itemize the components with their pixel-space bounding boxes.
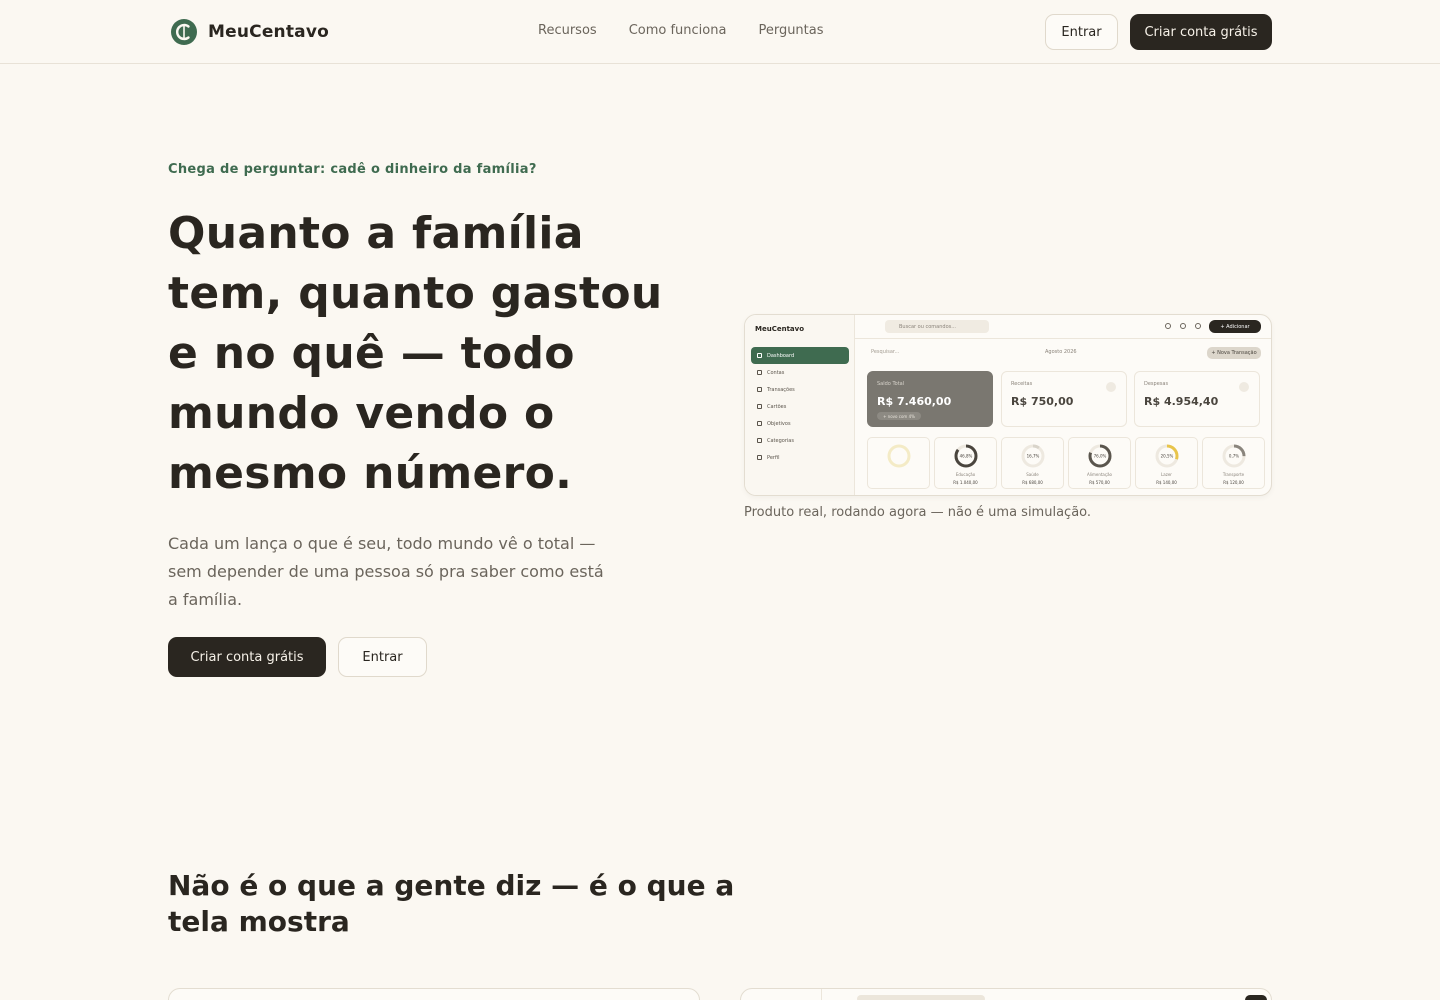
ring-category-value: R$ 1.040,00 [953, 480, 978, 485]
mock-card-balance: Saldo Total R$ 7.460,00 + novo com 4% [867, 371, 993, 427]
ring-chart: 20,5% [1155, 444, 1178, 468]
card-icon [757, 404, 762, 409]
mock-nav-label: Categorias [767, 437, 794, 444]
mock-topbar: Buscar ou comandos... + Adicionar [855, 315, 1271, 339]
ring-chart: 76,0% [1088, 444, 1111, 468]
placeholder-button [1245, 995, 1267, 1000]
screenshot-caption: Produto real, rodando agora — não é uma … [744, 505, 1092, 520]
placeholder-bar [857, 995, 985, 1000]
mock-card-expenses: Despesas R$ 4.954,40 [1134, 371, 1260, 427]
hero-eyebrow: Chega de perguntar: cadê o dinheiro da f… [168, 162, 537, 177]
ring-chart: 0,7% [1222, 444, 1245, 468]
mock-nav-item: Perfil [751, 449, 849, 466]
ring-percent: 46,8% [959, 454, 972, 459]
header-signup-button[interactable]: Criar conta grátis [1130, 14, 1272, 50]
card-label: Receitas [1011, 381, 1033, 387]
card-label: Despesas [1144, 381, 1169, 387]
brand-name: MeuCentavo [208, 22, 330, 42]
section-card-right [740, 988, 1272, 1000]
category-ring: 46,8% Educação R$ 1.040,00 [934, 437, 997, 489]
hero-login-button[interactable]: Entrar [338, 637, 427, 677]
user-icon [757, 455, 762, 460]
mock-new-transaction: + Nova Transação [1207, 347, 1261, 359]
ring-percent: 76,0% [1093, 454, 1106, 459]
nav-link-recursos[interactable]: Recursos [538, 23, 597, 38]
ring-category-name: Lazer [1161, 472, 1172, 477]
mock-filter-search: Pesquisar... [871, 349, 900, 355]
mock-nav-label: Dashboard [767, 352, 795, 359]
section-title: Não é o que a gente diz — é o que a tela… [168, 869, 735, 938]
hero-title: Quanto a família tem, quanto gastou e no… [168, 208, 663, 499]
top-bar: MeuCentavo Recursos Como funciona Pergun… [0, 0, 1440, 64]
mock-card-income: Receitas R$ 750,00 [1001, 371, 1127, 427]
product-screenshot: MeuCentavo Dashboard Contas Transações C… [744, 314, 1272, 496]
mock-add-button: + Adicionar [1209, 320, 1261, 333]
mock-category-rings: 46,8% Educação R$ 1.040,00 16,7% Saúde R$ 680… [867, 437, 1265, 489]
card-value: R$ 7.460,00 [877, 395, 952, 408]
category-ring: 20,5% Lazer R$ 140,00 [1135, 437, 1198, 489]
tag-icon [757, 438, 762, 443]
mock-nav-label: Contas [767, 369, 785, 376]
category-ring [867, 437, 930, 489]
coin-logo-icon [171, 19, 197, 45]
ring-category-value: R$ 120,00 [1223, 480, 1244, 485]
transfer-icon [757, 387, 762, 392]
bank-icon [757, 370, 762, 375]
category-ring: 0,7% Transporte R$ 120,00 [1202, 437, 1265, 489]
card-badge: + novo com 4% [877, 412, 921, 420]
category-ring: 16,7% Saúde R$ 680,00 [1001, 437, 1064, 489]
main-nav: Recursos Como funciona Perguntas [538, 23, 824, 38]
mock-nav-label: Cartões [767, 403, 787, 410]
mock-nav-item: Cartões [751, 398, 849, 415]
mock-nav-item: Objetivos [751, 415, 849, 432]
ring-category-value: R$ 680,00 [1022, 480, 1043, 485]
mock-nav-item: Contas [751, 364, 849, 381]
mock-nav: Dashboard Contas Transações Cartões Obje… [751, 347, 849, 466]
category-ring: 76,0% Alimentação R$ 570,00 [1068, 437, 1131, 489]
eye-icon [1165, 323, 1171, 329]
nav-link-como-funciona[interactable]: Como funciona [629, 23, 727, 38]
divider [821, 989, 822, 1000]
mock-nav-item: Categorias [751, 432, 849, 449]
mock-icons [1165, 323, 1201, 329]
ring-category-value: R$ 140,00 [1156, 480, 1177, 485]
mock-nav-label: Objetivos [767, 420, 791, 427]
ring-category-name: Saúde [1026, 472, 1039, 477]
arrow-up-icon [1106, 382, 1116, 392]
ring-chart [887, 444, 910, 468]
ring-category-name: Alimentação [1087, 472, 1112, 477]
mock-sidebar: MeuCentavo Dashboard Contas Transações C… [745, 315, 855, 495]
ring-percent: 16,7% [1026, 454, 1039, 459]
ring-category-name: Educação [955, 472, 976, 477]
dashboard-icon [757, 353, 762, 358]
mock-nav-label: Perfil [767, 454, 780, 461]
hero-subtitle: Cada um lança o que é seu, todo mundo vê… [168, 534, 604, 609]
header-login-button[interactable]: Entrar [1045, 14, 1118, 50]
mock-nav-item: Dashboard [751, 347, 849, 364]
ring-chart: 46,8% [954, 444, 977, 468]
section-card-left [168, 988, 700, 1000]
help-icon [1195, 323, 1201, 329]
nav-link-perguntas[interactable]: Perguntas [758, 23, 823, 38]
mock-search: Buscar ou comandos... [885, 320, 989, 333]
ring-percent: 0,7% [1228, 454, 1238, 459]
logo[interactable]: MeuCentavo [170, 18, 329, 46]
ring-percent: 20,5% [1160, 454, 1173, 459]
target-icon [757, 421, 762, 426]
ring-chart: 16,7% [1021, 444, 1044, 468]
mock-nav-label: Transações [767, 386, 795, 393]
arrow-down-icon [1239, 382, 1249, 392]
card-value: R$ 750,00 [1011, 395, 1074, 408]
bell-icon [1180, 323, 1186, 329]
card-label: Saldo Total [877, 381, 905, 387]
mock-month: Agosto 2026 [1045, 349, 1077, 355]
ring-track [887, 444, 910, 468]
mock-brand: MeuCentavo [755, 325, 805, 333]
mock-filter-row: Pesquisar... Agosto 2026 + Nova Transaçã… [855, 347, 1271, 361]
card-value: R$ 4.954,40 [1144, 395, 1219, 408]
ring-category-value: R$ 570,00 [1089, 480, 1110, 485]
hero-signup-button[interactable]: Criar conta grátis [168, 637, 326, 677]
mock-nav-item: Transações [751, 381, 849, 398]
ring-category-name: Transporte [1222, 472, 1245, 477]
